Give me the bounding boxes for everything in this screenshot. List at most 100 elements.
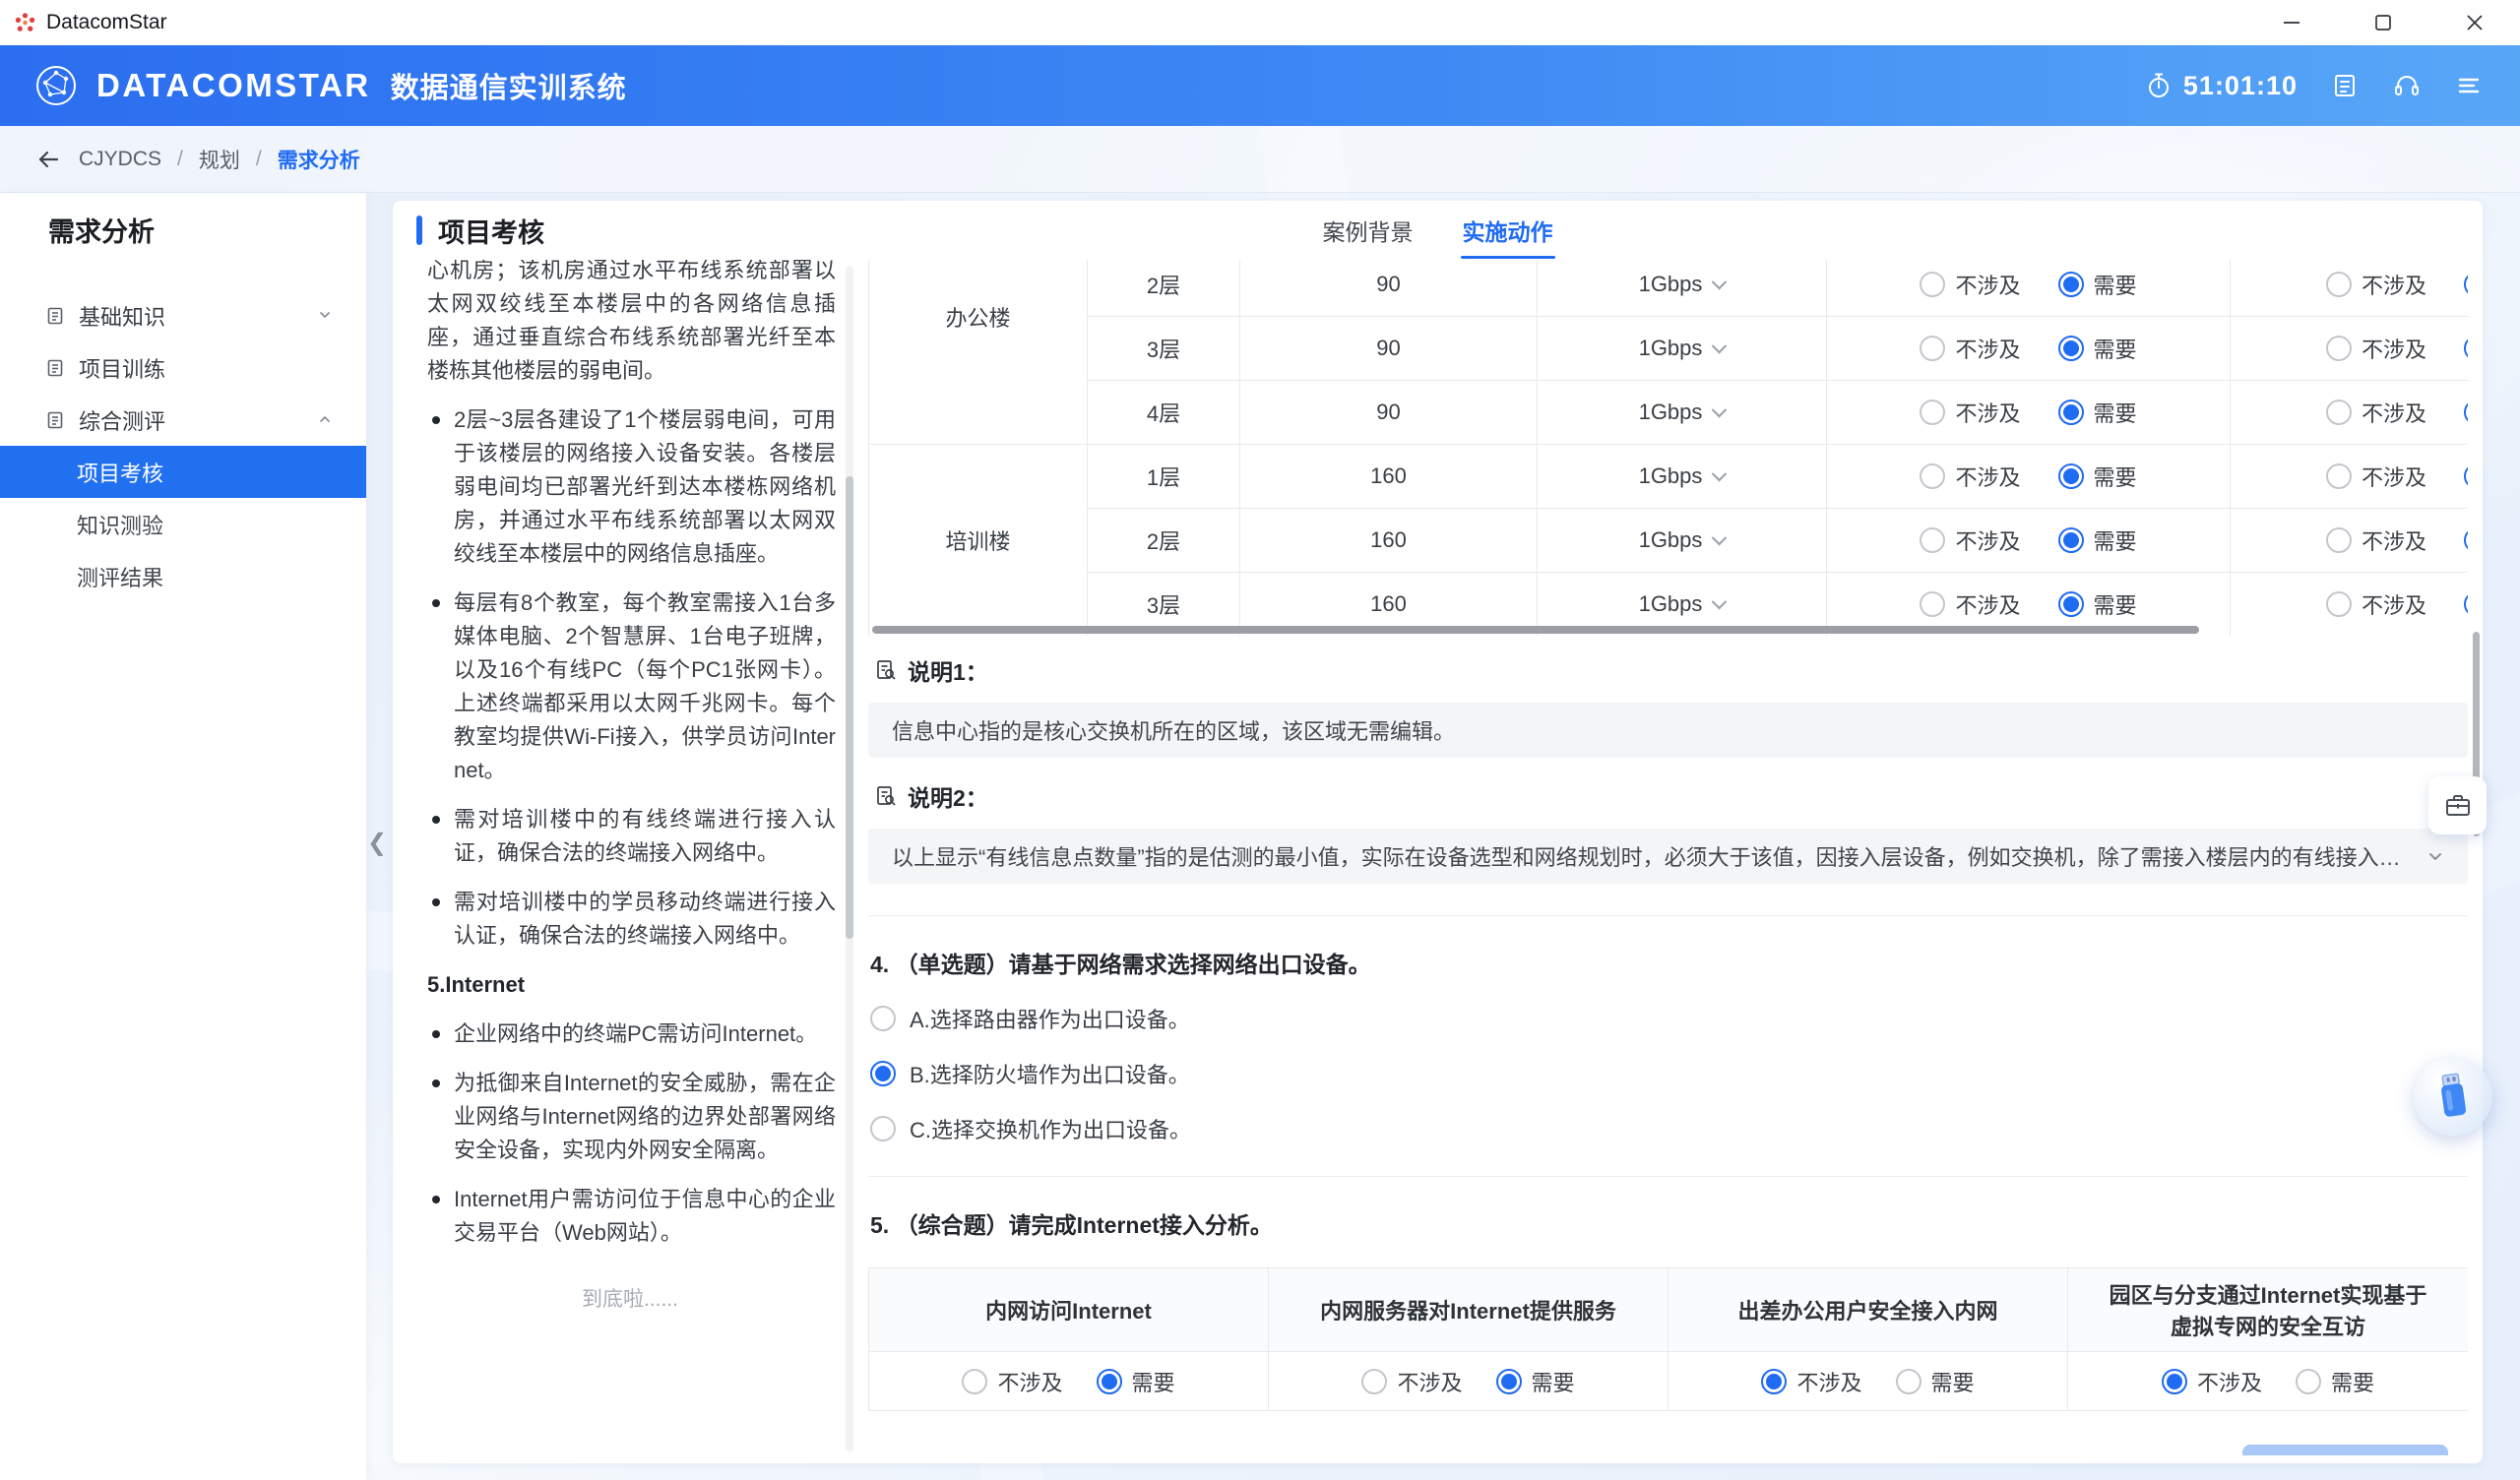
radio-label[interactable]: 不涉及 <box>997 1366 1062 1397</box>
radio-label[interactable]: 不涉及 <box>2362 588 2426 620</box>
horizontal-scrollbar-thumb[interactable] <box>872 626 2199 634</box>
radio-not-involved[interactable] <box>1920 336 1945 361</box>
speed-select[interactable]: 1Gbps <box>1639 336 1726 361</box>
radio-label[interactable]: 不涉及 <box>2362 333 2426 364</box>
radio-not-involved[interactable] <box>1920 400 1945 425</box>
radio-required[interactable] <box>2296 1369 2321 1394</box>
tab-implementation[interactable]: 实施动作 <box>1461 210 1555 251</box>
submit-button[interactable]: 提交 <box>2242 1445 2448 1455</box>
speed-select[interactable]: 1Gbps <box>1639 272 1726 297</box>
speed-select[interactable]: 1Gbps <box>1639 591 1726 617</box>
radio-label[interactable]: 需要 <box>1132 1366 1175 1397</box>
radio-group: 不涉及需要 <box>2231 397 2468 428</box>
radio-required[interactable] <box>2058 272 2084 297</box>
radio-label[interactable]: 不涉及 <box>1955 333 2020 364</box>
radio-label[interactable]: 不涉及 <box>2362 524 2426 556</box>
radio-label[interactable]: 不涉及 <box>1955 588 2020 620</box>
radio-group: 不涉及 需要 <box>1827 397 2230 428</box>
q4-option-c[interactable]: C.选择交换机作为出口设备。 <box>868 1113 2468 1144</box>
radio-not-involved[interactable] <box>1761 1369 1787 1394</box>
radio-label[interactable]: 不涉及 <box>2362 461 2426 492</box>
radio-not-involved[interactable] <box>2326 272 2352 297</box>
radio-not-involved[interactable] <box>2326 463 2352 489</box>
radio-label[interactable]: 不涉及 <box>1955 397 2020 428</box>
radio[interactable] <box>870 1116 896 1141</box>
radio-required[interactable] <box>2058 527 2084 553</box>
radio-required[interactable] <box>2464 591 2468 617</box>
radio-label[interactable]: 需要 <box>2094 269 2137 300</box>
radio-label[interactable]: 不涉及 <box>1796 1366 1861 1397</box>
usb-drive-widget[interactable] <box>2414 1057 2492 1136</box>
maximize-button[interactable] <box>2337 0 2428 45</box>
speed-select[interactable]: 1Gbps <box>1639 400 1726 425</box>
toolkit-button[interactable] <box>2428 776 2487 834</box>
tab-case-background[interactable]: 案例背景 <box>1321 210 1416 251</box>
expand-chevron-icon[interactable] <box>2426 847 2444 865</box>
radio-label[interactable]: 需要 <box>1532 1366 1575 1397</box>
radio-required[interactable] <box>2464 527 2468 553</box>
radio-label[interactable]: 需要 <box>2094 461 2137 492</box>
radio-not-involved[interactable] <box>962 1369 987 1394</box>
radio-label[interactable]: 不涉及 <box>2362 269 2426 300</box>
radio-not-involved[interactable] <box>2326 527 2352 553</box>
sidebar-item-knowledge-quiz[interactable]: 知识测验 <box>0 498 366 550</box>
sidebar-item-evaluation[interactable]: 综合测评 <box>0 394 366 446</box>
radio-not-involved[interactable] <box>2326 591 2352 617</box>
radio-not-involved[interactable] <box>1920 272 1945 297</box>
radio-label[interactable]: 不涉及 <box>1397 1366 1462 1397</box>
sidebar-collapse-handle[interactable]: ❮ <box>366 815 388 870</box>
sidebar-item-basics[interactable]: 基础知识 <box>0 289 366 341</box>
radio-not-involved[interactable] <box>1920 591 1945 617</box>
radio-not-involved[interactable] <box>2326 400 2352 425</box>
speed-select[interactable]: 1Gbps <box>1639 527 1726 553</box>
radio-not-involved[interactable] <box>2162 1369 2187 1394</box>
radio-label[interactable]: 不涉及 <box>2197 1366 2262 1397</box>
sidebar-item-eval-results[interactable]: 测评结果 <box>0 550 366 602</box>
radio-not-involved[interactable] <box>2326 336 2352 361</box>
chevron-down-icon <box>1712 401 1728 417</box>
radio-required[interactable] <box>2464 463 2468 489</box>
radio-label[interactable]: 不涉及 <box>1955 461 2020 492</box>
radio-label[interactable]: 需要 <box>2331 1366 2374 1397</box>
radio-required[interactable] <box>2058 400 2084 425</box>
radio-required[interactable] <box>2058 591 2084 617</box>
floor-cell: 2层 <box>1088 509 1240 573</box>
radio-label[interactable]: 需要 <box>2094 588 2137 620</box>
radio-label[interactable]: 不涉及 <box>1955 524 2020 556</box>
radio[interactable] <box>870 1006 896 1031</box>
radio-required[interactable] <box>2464 400 2468 425</box>
radio-label[interactable]: 不涉及 <box>2362 397 2426 428</box>
sidebar-item-project-exam[interactable]: 项目考核 <box>0 446 366 498</box>
back-button[interactable] <box>33 145 63 174</box>
radio-label[interactable]: 不涉及 <box>1955 269 2020 300</box>
q4-option-b[interactable]: B.选择防火墙作为出口设备。 <box>868 1058 2468 1089</box>
speed-select[interactable]: 1Gbps <box>1639 463 1726 489</box>
radio-required[interactable] <box>2058 463 2084 489</box>
menu-button[interactable] <box>2455 72 2483 99</box>
q4-option-a[interactable]: A.选择路由器作为出口设备。 <box>868 1003 2468 1034</box>
close-button[interactable] <box>2428 0 2520 45</box>
radio[interactable] <box>870 1061 896 1086</box>
radio-not-involved[interactable] <box>1920 463 1945 489</box>
radio-label[interactable]: 需要 <box>1931 1366 1975 1397</box>
radio-label[interactable]: 需要 <box>2094 397 2137 428</box>
minimize-button[interactable] <box>2245 0 2337 45</box>
radio-group: 不涉及需要 <box>2231 461 2468 492</box>
sidebar-item-training[interactable]: 项目训练 <box>0 341 366 394</box>
radio-label[interactable]: 需要 <box>2094 333 2137 364</box>
support-button[interactable] <box>2392 71 2422 100</box>
radio-required[interactable] <box>1496 1369 1522 1394</box>
case-scrollbar-thumb[interactable] <box>846 476 853 939</box>
breadcrumb-middle[interactable]: 规划 <box>199 145 240 174</box>
notebook-button[interactable] <box>2331 72 2359 99</box>
radio-label[interactable]: 需要 <box>2094 524 2137 556</box>
sidebar-item-label: 知识测验 <box>77 509 163 540</box>
radio-not-involved[interactable] <box>1920 527 1945 553</box>
radio-not-involved[interactable] <box>1361 1369 1387 1394</box>
radio-required[interactable] <box>2058 336 2084 361</box>
radio-required[interactable] <box>2464 272 2468 297</box>
radio-required[interactable] <box>1896 1369 1922 1394</box>
breadcrumb-root[interactable]: CJYDCS <box>79 148 161 171</box>
radio-required[interactable] <box>1097 1369 1122 1394</box>
radio-required[interactable] <box>2464 336 2468 361</box>
